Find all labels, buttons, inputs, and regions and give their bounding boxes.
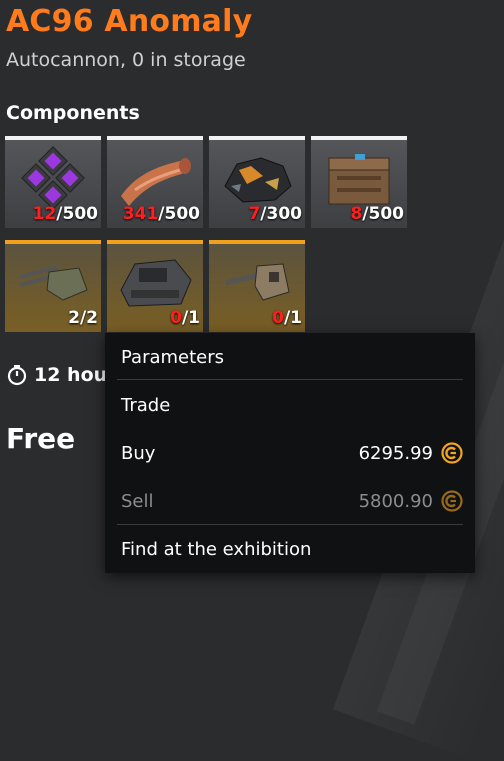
copper-sheet-icon — [121, 158, 191, 206]
component-tile-copper[interactable]: 341/500 — [107, 136, 203, 228]
component-count: 12/500 — [32, 204, 98, 224]
components-heading: Components — [6, 102, 140, 124]
coin-icon — [441, 442, 463, 464]
menu-item-label: Trade — [121, 394, 171, 416]
coin-icon — [441, 490, 463, 512]
cabin-icon — [120, 259, 192, 307]
component-count: 7/300 — [248, 204, 302, 224]
tile-accent-bar — [107, 240, 203, 244]
sell-price-value: 5800.90 — [358, 490, 433, 512]
crate-icon — [328, 154, 390, 205]
scrap-metal-icon — [224, 157, 292, 203]
menu-item-label: Find at the exhibition — [121, 538, 312, 560]
component-tile-autocannon[interactable]: 0/1 — [209, 240, 305, 332]
buy-price-value: 6295.99 — [358, 442, 433, 464]
twin-cannon-icon — [19, 264, 88, 301]
component-tile-electronics[interactable]: 12/500 — [5, 136, 101, 228]
component-count: 0/1 — [170, 308, 200, 328]
tile-accent-bar — [5, 136, 101, 140]
component-tile-cannon[interactable]: 2/2 — [5, 240, 101, 332]
menu-item-label: Sell — [121, 490, 154, 512]
item-subtitle: Autocannon, 0 in storage — [6, 49, 246, 71]
tile-accent-bar — [311, 136, 407, 140]
menu-item-trade[interactable]: Trade — [121, 381, 463, 429]
menu-divider — [117, 379, 463, 380]
autocannon-icon — [225, 263, 290, 301]
electronics-icon — [21, 146, 85, 210]
context-menu: Parameters Trade Buy 6295.99 Sell 5800.9… — [105, 333, 475, 573]
sell-price: 5800.90 — [359, 490, 463, 512]
component-count: 341/500 — [122, 204, 200, 224]
component-count: 8/500 — [350, 204, 404, 224]
menu-item-parameters[interactable]: Parameters — [121, 333, 463, 381]
menu-item-label: Buy — [121, 442, 156, 464]
menu-item-label: Parameters — [121, 346, 225, 368]
buy-price: 6295.99 — [359, 442, 463, 464]
menu-item-buy[interactable]: Buy 6295.99 — [121, 429, 463, 477]
price-label: Free — [6, 422, 76, 455]
stopwatch-icon — [7, 365, 27, 386]
component-tile-cabin[interactable]: 0/1 — [107, 240, 203, 332]
tile-accent-bar — [107, 136, 203, 140]
item-title: AC96 Anomaly — [6, 4, 253, 39]
tile-accent-bar — [5, 240, 101, 244]
component-count: 2/2 — [68, 308, 98, 328]
component-tile-crate[interactable]: 8/500 — [311, 136, 407, 228]
craft-timer: 12 hour — [6, 364, 117, 386]
menu-item-find-exhibition[interactable]: Find at the exhibition — [121, 525, 463, 573]
component-count: 0/1 — [272, 308, 302, 328]
menu-item-sell[interactable]: Sell 5800.90 — [121, 477, 463, 525]
component-tile-scrap[interactable]: 7/300 — [209, 136, 305, 228]
tile-accent-bar — [209, 136, 305, 140]
tile-accent-bar — [209, 240, 305, 244]
